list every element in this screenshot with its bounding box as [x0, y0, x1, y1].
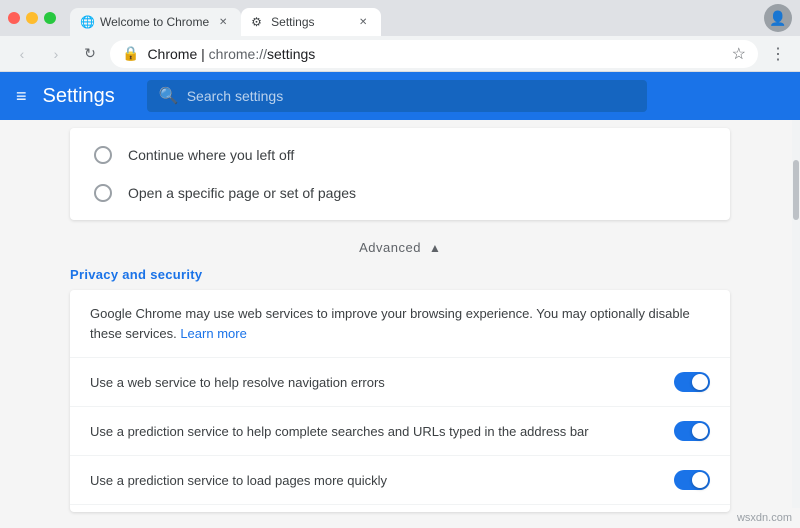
tab2-close-icon[interactable]: ✕ [355, 14, 371, 30]
advanced-toggle[interactable]: Advanced ▲ [359, 240, 441, 255]
address-path: settings [267, 46, 315, 62]
scroll-thumb [793, 160, 799, 220]
toggle-1[interactable] [674, 421, 710, 441]
address-bar: ‹ › ↻ 🔒 Chrome | chrome://settings ☆ ⋮ [0, 36, 800, 72]
address-host: Chrome [147, 46, 197, 62]
address-separator: | [201, 46, 205, 62]
privacy-card: Google Chrome may use web services to im… [70, 290, 730, 512]
secure-icon: 🔒 [122, 45, 139, 62]
radio-item-continue[interactable]: Continue where you left off [70, 136, 730, 174]
radio-circle-specific [94, 184, 112, 202]
setting-label-2: Use a prediction service to load pages m… [90, 473, 658, 488]
hamburger-icon[interactable]: ≡ [16, 86, 27, 107]
toggle-thumb-1 [692, 423, 708, 439]
setting-row-2: Use a prediction service to load pages m… [70, 456, 730, 505]
setting-label-0: Use a web service to help resolve naviga… [90, 375, 658, 390]
address-text: Chrome | chrome://settings [147, 46, 315, 62]
refresh-button[interactable]: ↻ [76, 40, 104, 68]
scrollbar[interactable] [792, 120, 800, 508]
setting-label-1: Use a prediction service to help complet… [90, 424, 658, 439]
main-content: Continue where you left off Open a speci… [0, 120, 800, 528]
traffic-lights [8, 12, 56, 24]
chrome-menu-button[interactable]: ⋮ [764, 40, 792, 68]
close-button[interactable] [8, 12, 20, 24]
window-controls: 👤 [764, 4, 792, 32]
settings-header: ≡ Settings 🔍 Search settings [0, 72, 800, 120]
learn-more-link[interactable]: Learn more [180, 326, 246, 341]
tab2-favicon-icon: ⚙ [251, 15, 265, 29]
privacy-section-title: Privacy and security [70, 267, 730, 282]
address-input[interactable]: 🔒 Chrome | chrome://settings ☆ [110, 40, 758, 68]
search-icon: 🔍 [159, 86, 179, 106]
search-placeholder: Search settings [187, 88, 284, 104]
profile-avatar[interactable]: 👤 [764, 4, 792, 32]
toggle-0[interactable] [674, 372, 710, 392]
setting-row-3: Automatically send some system informati… [70, 505, 730, 512]
watermark: wsxdn.com [737, 512, 792, 524]
setting-row-0: Use a web service to help resolve naviga… [70, 358, 730, 407]
address-protocol: chrome:// [209, 46, 267, 62]
tab1-title: Welcome to Chrome [100, 15, 209, 29]
advanced-chevron-icon: ▲ [429, 241, 441, 255]
toggle-thumb-2 [692, 472, 708, 488]
advanced-label: Advanced [359, 240, 421, 255]
back-button[interactable]: ‹ [8, 40, 36, 68]
privacy-info-block: Google Chrome may use web services to im… [70, 290, 730, 358]
tab1-close-icon[interactable]: ✕ [215, 14, 231, 30]
bookmark-icon[interactable]: ☆ [732, 44, 746, 64]
settings-title: Settings [43, 85, 115, 108]
setting-row-1: Use a prediction service to help complet… [70, 407, 730, 456]
radio-label-specific: Open a specific page or set of pages [128, 185, 356, 201]
tab2-title: Settings [271, 15, 349, 29]
tab-welcome-chrome[interactable]: 🌐 Welcome to Chrome ✕ [70, 8, 241, 36]
radio-item-specific-page[interactable]: Open a specific page or set of pages [70, 174, 730, 212]
minimize-button[interactable] [26, 12, 38, 24]
maximize-button[interactable] [44, 12, 56, 24]
toggle-thumb-0 [692, 374, 708, 390]
tab-settings[interactable]: ⚙ Settings ✕ [241, 8, 381, 36]
toggle-2[interactable] [674, 470, 710, 490]
tabs-area: 🌐 Welcome to Chrome ✕ ⚙ Settings ✕ [70, 0, 758, 36]
radio-label-continue: Continue where you left off [128, 147, 294, 163]
startup-options-card: Continue where you left off Open a speci… [70, 128, 730, 220]
search-settings-box[interactable]: 🔍 Search settings [147, 80, 647, 112]
forward-button[interactable]: › [42, 40, 70, 68]
radio-circle-continue [94, 146, 112, 164]
tab1-favicon-icon: 🌐 [80, 15, 94, 29]
title-bar: 🌐 Welcome to Chrome ✕ ⚙ Settings ✕ 👤 [0, 0, 800, 36]
